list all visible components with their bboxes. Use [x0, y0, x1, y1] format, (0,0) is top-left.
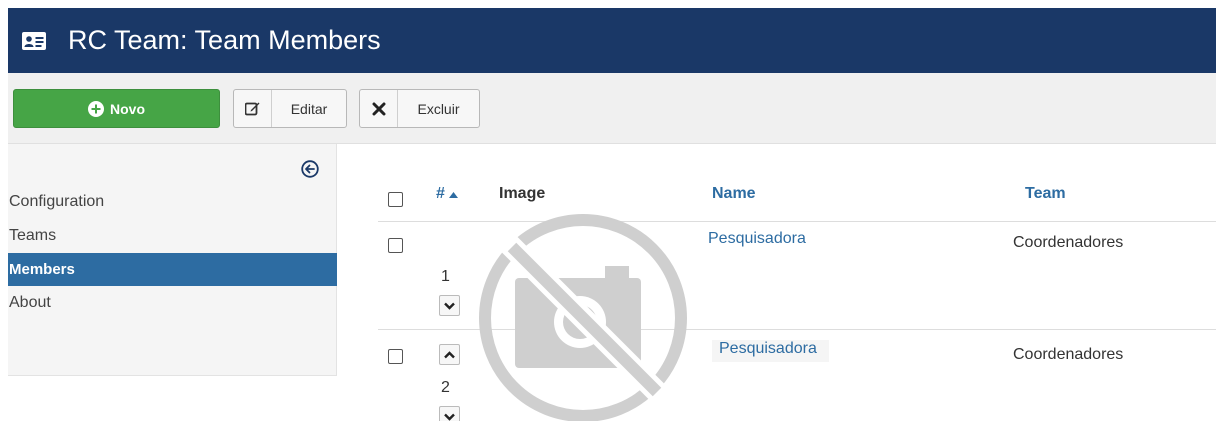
no-image-camera-icon: [477, 212, 689, 421]
row-2-move-up-button[interactable]: [439, 344, 460, 365]
sort-asc-icon: [448, 185, 458, 203]
edit-button[interactable]: Editar: [233, 89, 347, 128]
sidebar-item-label: About: [9, 294, 51, 311]
sidebar-item-label: Teams: [9, 227, 57, 244]
close-icon: [360, 90, 398, 127]
plus-circle-icon: [88, 100, 104, 117]
new-button-label: Novo: [110, 100, 145, 117]
chevron-up-icon: [444, 346, 455, 364]
sidebar-item-label: Configuration: [9, 193, 105, 210]
new-button[interactable]: Novo: [13, 89, 220, 128]
image-column-header: Image: [499, 185, 546, 202]
toolbar: Novo Editar Excluir: [8, 73, 1216, 144]
row-2-checkbox[interactable]: [388, 349, 403, 364]
edit-icon: [234, 90, 272, 127]
delete-button[interactable]: Excluir: [359, 89, 480, 128]
row-2-team: Coordenadores: [1013, 346, 1124, 363]
row-1-checkbox[interactable]: [388, 238, 403, 253]
page-header: RC Team: Team Members: [8, 8, 1216, 73]
order-column-header[interactable]: #: [436, 185, 458, 203]
sidebar-item-members[interactable]: Members: [8, 253, 337, 286]
row-2-move-down-button[interactable]: [439, 406, 460, 421]
row-1-move-down-button[interactable]: [439, 295, 460, 316]
row-1-name-link[interactable]: Pesquisadora: [708, 230, 806, 248]
sidebar-item-about[interactable]: About: [8, 286, 337, 320]
sidebar: Configuration Teams Members About: [8, 144, 337, 376]
chevron-down-icon: [444, 408, 455, 421]
select-all-checkbox[interactable]: [388, 192, 403, 207]
sidebar-nav: Configuration Teams Members About: [8, 185, 337, 320]
address-card-icon: [18, 29, 50, 53]
sidebar-item-label: Members: [9, 261, 75, 278]
sidebar-item-configuration[interactable]: Configuration: [8, 185, 337, 219]
row-2-name-link[interactable]: Pesquisadora: [712, 340, 829, 362]
edit-button-label: Editar: [290, 100, 328, 117]
collapse-sidebar-icon[interactable]: [301, 160, 321, 180]
sidebar-item-teams[interactable]: Teams: [8, 219, 337, 253]
order-header-label: #: [436, 185, 445, 202]
delete-button-label: Excluir: [417, 100, 460, 117]
team-column-header[interactable]: Team: [1025, 185, 1066, 203]
row-2-order: 2: [441, 379, 450, 396]
chevron-down-icon: [444, 297, 455, 315]
name-column-header[interactable]: Name: [712, 185, 756, 203]
row-1-order: 1: [441, 268, 450, 285]
page-title: RC Team: Team Members: [68, 25, 381, 55]
row-1-team: Coordenadores: [1013, 234, 1124, 251]
